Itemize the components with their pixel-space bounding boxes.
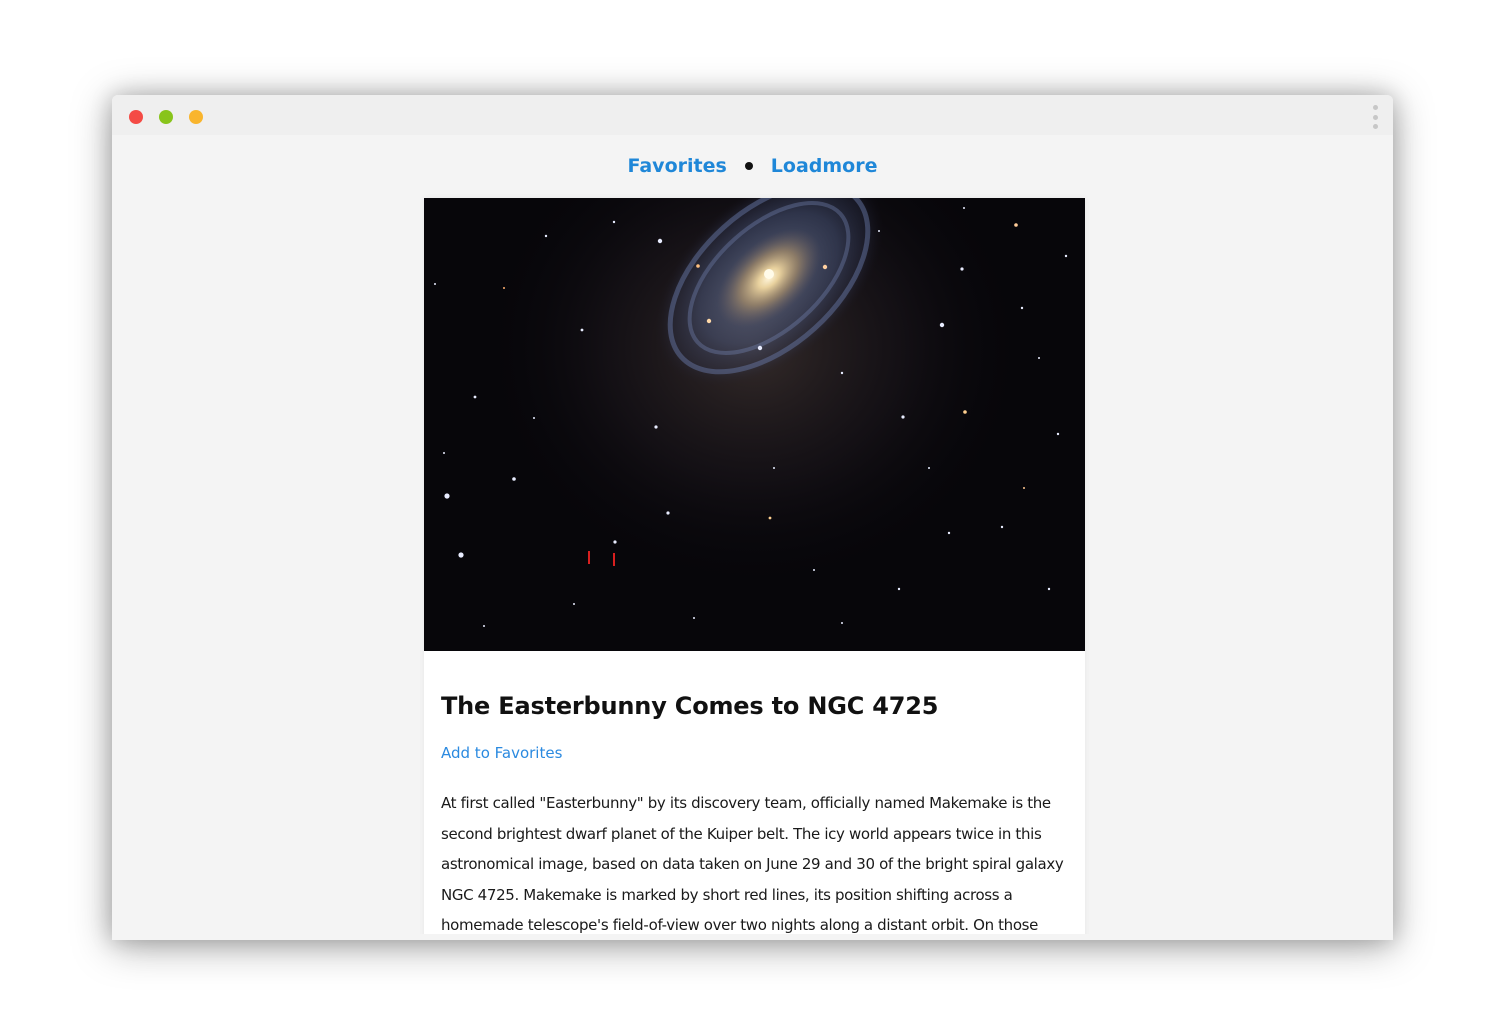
kebab-dot xyxy=(1372,124,1378,129)
loadmore-link[interactable]: Loadmore xyxy=(771,155,878,177)
minimize-window-button[interactable] xyxy=(189,110,203,124)
close-window-button[interactable] xyxy=(129,110,143,124)
maximize-window-button[interactable] xyxy=(159,110,173,124)
favorites-link[interactable]: Favorites xyxy=(628,155,727,177)
kebab-dot xyxy=(1372,114,1378,120)
title-bar xyxy=(112,95,1393,135)
kebab-menu-icon[interactable] xyxy=(1371,105,1379,129)
kebab-dot xyxy=(1372,105,1378,110)
add-to-favorites-link[interactable]: Add to Favorites xyxy=(441,744,562,762)
page-viewport: Favorites Loadmore The Easterbunny Comes… xyxy=(112,135,1393,934)
browser-window: Favorites Loadmore The Easterbunny Comes… xyxy=(112,95,1393,940)
apod-card: The Easterbunny Comes to NGC 4725 Add to… xyxy=(424,198,1085,934)
apod-explanation: At first called "Easterbunny" by its dis… xyxy=(441,794,1064,934)
apod-image xyxy=(424,198,1085,651)
top-nav: Favorites Loadmore xyxy=(112,155,1393,177)
apod-title: The Easterbunny Comes to NGC 4725 xyxy=(441,692,939,720)
nav-separator-dot xyxy=(744,161,753,170)
